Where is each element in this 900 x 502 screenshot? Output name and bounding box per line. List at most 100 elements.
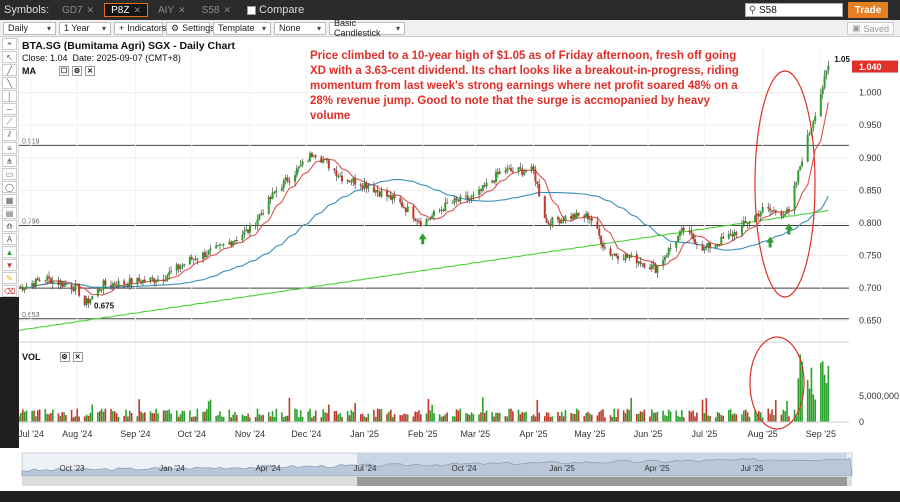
symbol-tab-label: P8Z [111, 4, 130, 16]
vol-tick-label: 0 [859, 417, 864, 427]
close-icon[interactable]: ✕ [133, 5, 141, 16]
chevron-down-icon: ▾ [395, 23, 400, 33]
volume-bar [523, 412, 525, 422]
symbol-tab-gd7[interactable]: GD7 ✕ [56, 3, 100, 17]
chart-style-select[interactable]: Basic Candlestick ▾ [329, 18, 405, 38]
volume-bar [677, 415, 679, 422]
volume-bar [215, 415, 217, 422]
candle-body [267, 197, 270, 214]
volume-bar [425, 413, 428, 422]
horizontal-line-icon[interactable]: ─ [2, 103, 17, 115]
volume-bar [769, 413, 771, 422]
symbol-search[interactable]: ⚲ S58 [745, 3, 843, 17]
gann-icon[interactable]: ▦ [2, 194, 17, 206]
candle-body [564, 216, 567, 221]
candle-body [782, 215, 785, 217]
interval-select[interactable]: Daily ▾ [3, 21, 56, 35]
compare-checkbox[interactable] [247, 5, 257, 15]
close-icon[interactable]: ✕ [87, 5, 95, 16]
volume-highlight-ellipse [749, 336, 805, 430]
trend-line-icon[interactable]: ⟋ [2, 116, 17, 128]
settings-button[interactable]: ⚙ Settings [166, 21, 215, 35]
gear-icon[interactable]: ⚙ [72, 66, 82, 76]
volume-bar [741, 414, 743, 422]
volume-bar [365, 417, 368, 422]
navigator[interactable]: Oct '23 Jan '24 Apr '24 Jul '24 Oct '24 Jan '… [0, 448, 900, 499]
overlay-select[interactable]: None ▾ [274, 21, 326, 35]
candle-body [51, 280, 54, 284]
date-value: Date: 2025-09-07 (CMT+8) [72, 53, 181, 63]
pitchfork-icon[interactable]: ⋔ [2, 155, 17, 167]
navigator-tick-label: Jul '24 [354, 464, 377, 473]
candle-body [23, 288, 26, 291]
eraser-icon[interactable]: ⌫ [2, 285, 17, 297]
volume-bar [341, 416, 343, 422]
candle-body [438, 210, 441, 212]
indicators-button[interactable]: + Indicators [114, 21, 166, 35]
volume-bar [207, 401, 210, 422]
candle-body [819, 93, 822, 117]
candle-body [682, 227, 685, 231]
volume-bar [337, 414, 340, 422]
candle-body [100, 289, 103, 291]
template-select[interactable]: Template ▾ [213, 21, 271, 35]
volume-bar [388, 411, 390, 422]
volume-bar [335, 410, 338, 422]
navigator-tick-label: Oct '23 [59, 464, 85, 473]
close-icon[interactable]: ✕ [223, 5, 231, 16]
arrow-down-icon[interactable]: ▼ [2, 259, 17, 271]
candle-body [310, 153, 313, 157]
volume-bar [190, 417, 193, 422]
symbol-tab-aiy[interactable]: AIY ✕ [152, 3, 192, 17]
candle-body [232, 241, 235, 246]
gear-icon[interactable]: ⚙ [59, 352, 70, 362]
volume-bar [175, 410, 178, 422]
volume-bar [76, 408, 79, 422]
candle-body [609, 248, 612, 256]
channel-tool-icon[interactable]: ⫽ [2, 129, 17, 141]
ellipse-icon[interactable]: ◯ [2, 181, 17, 193]
gear-icon: ⚙ [171, 22, 180, 33]
pointer-tool-icon[interactable]: ↖ [2, 51, 17, 63]
search-input[interactable]: S58 [759, 5, 777, 16]
symbol-tab-p8z[interactable]: P8Z ✕ [104, 3, 148, 17]
line-tool-icon[interactable]: ╱ [2, 64, 17, 76]
fib-tool-icon[interactable]: ≡ [2, 142, 17, 154]
range-select[interactable]: 1 Year ▾ [59, 21, 111, 35]
candle-body [260, 213, 263, 215]
close-icon[interactable]: ✕ [178, 5, 186, 16]
trade-button[interactable]: Trade [848, 2, 888, 18]
navigator-chart[interactable]: Oct '23 Jan '24 Apr '24 Jul '24 Oct '24 Jan '… [0, 448, 900, 499]
volume-bar [491, 412, 494, 422]
candle-body [532, 166, 535, 170]
candle-body [372, 186, 375, 193]
symbol-tab-s58[interactable]: S58 ✕ [196, 3, 237, 17]
candle-body [61, 281, 64, 287]
candle-body [113, 283, 116, 286]
vertical-line-icon[interactable]: │ [2, 90, 17, 102]
close-icon[interactable]: ✕ [85, 66, 95, 76]
compare-toggle[interactable]: Compare [247, 4, 304, 16]
candle-body [733, 232, 736, 237]
candle-body [617, 255, 620, 260]
crosshair-tool-icon[interactable]: ⌖ [2, 38, 17, 50]
x-tick-label: Mar '25 [460, 429, 490, 439]
candle-body [38, 280, 41, 282]
pencil-icon[interactable]: ✎ [2, 272, 17, 284]
close-icon[interactable]: ✕ [72, 352, 83, 362]
volume-bar [688, 410, 691, 422]
volume-bar [519, 414, 522, 422]
candle-body [787, 209, 790, 211]
eye-icon[interactable]: ☐ [59, 66, 69, 76]
volume-bar [495, 412, 497, 422]
ray-tool-icon[interactable]: ╲ [2, 77, 17, 89]
candle-body [153, 278, 156, 283]
arrow-up-icon[interactable]: ▲ [2, 246, 17, 258]
grid-icon[interactable]: ▤ [2, 207, 17, 219]
text-tool-icon[interactable]: A [2, 233, 17, 245]
candle-body [309, 153, 312, 162]
rectangle-icon[interactable]: ▭ [2, 168, 17, 180]
volume-bar [142, 413, 144, 422]
speed-lines-icon[interactable]: ⟰ [2, 220, 17, 232]
volume-bar [636, 413, 638, 422]
